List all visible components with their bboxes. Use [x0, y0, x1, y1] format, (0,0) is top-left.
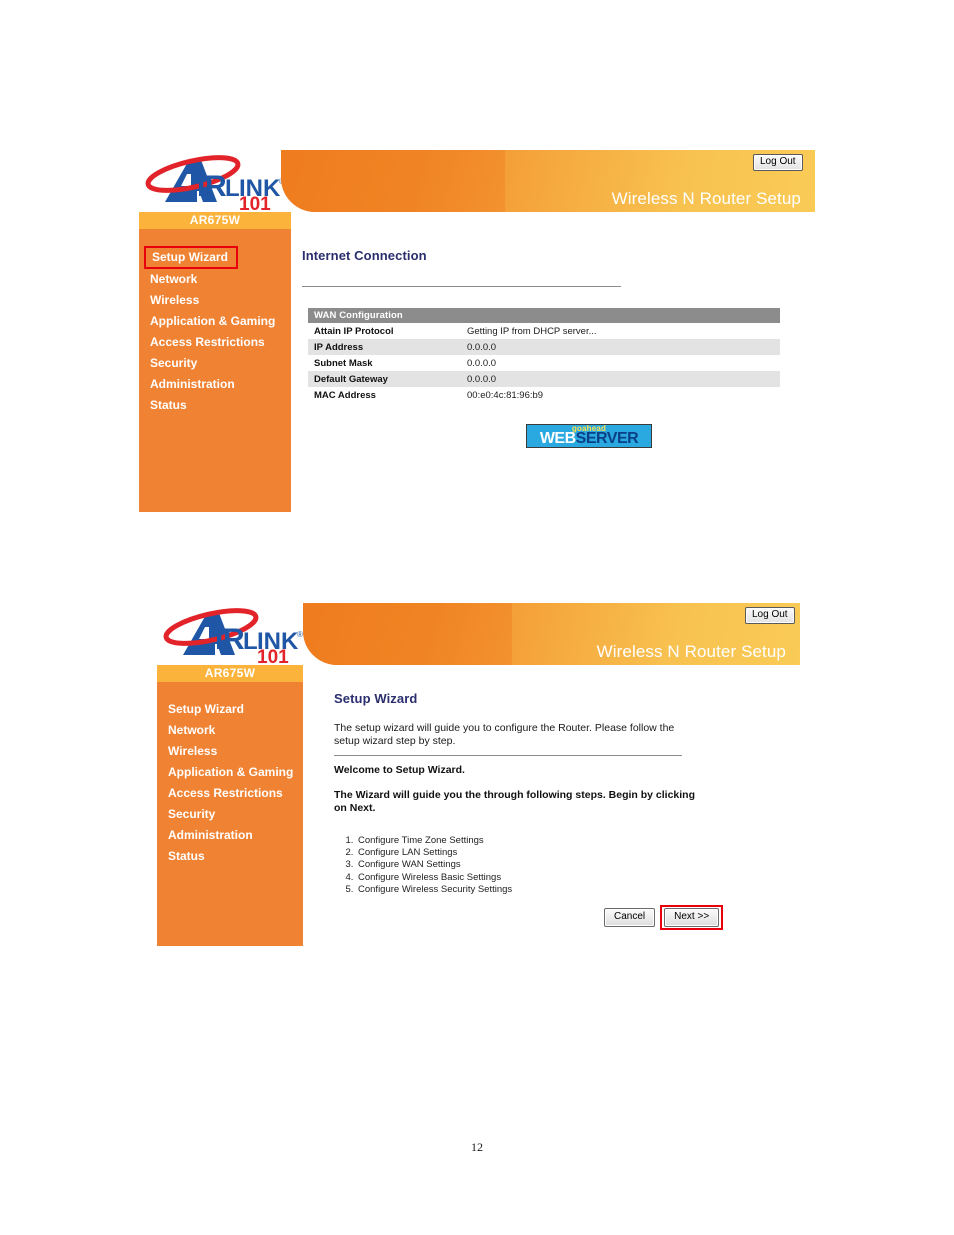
sidebar-item-label: Application & Gaming [150, 314, 276, 328]
svg-text:L: L [243, 628, 258, 655]
sidebar-item-label: Access Restrictions [168, 786, 283, 800]
sidebar-item-security[interactable]: Security [157, 804, 303, 825]
airlink101-logo: I R L INK ® 101 [157, 597, 309, 665]
svg-text:101: 101 [239, 194, 271, 212]
sidebar-item-label: Wireless [168, 744, 218, 758]
list-item: Configure Wireless Basic Settings [356, 872, 686, 884]
sidebar-item-label: Status [168, 849, 205, 863]
intro-paragraph: The setup wizard will guide you to confi… [334, 722, 675, 747]
sidebar-item-wireless[interactable]: Wireless [157, 741, 303, 762]
row-value: 00:e0:4c:81:96:b9 [461, 387, 780, 403]
row-value: 0.0.0.0 [461, 355, 780, 371]
header-title: Wireless N Router Setup [596, 642, 786, 661]
sidebar-item-network[interactable]: Network [139, 269, 291, 290]
sidebar-model-label: AR675W [157, 665, 303, 682]
sidebar-item-status[interactable]: Status [139, 395, 291, 416]
airlink101-logo: I R L INK ® 101 [139, 144, 291, 212]
list-item: Configure Wireless Security Settings [356, 884, 686, 896]
logout-button[interactable]: Log Out [753, 154, 803, 171]
goahead-webserver-logo: goahead WEBSERVER [526, 424, 652, 448]
airlink101-logo-graphic: I R L INK ® 101 [163, 608, 303, 665]
sidebar-item-status[interactable]: Status [157, 846, 303, 867]
welcome-text: Welcome to Setup Wizard. [334, 764, 465, 776]
sidebar-item-label: Access Restrictions [150, 335, 265, 349]
sidebar-item-application-gaming[interactable]: Application & Gaming [157, 762, 303, 783]
sidebar-item-setup-wizard[interactable]: Setup Wizard [144, 246, 238, 269]
row-label: Default Gateway [308, 371, 461, 387]
sidebar-item-access-restrictions[interactable]: Access Restrictions [139, 332, 291, 353]
list-item: Configure WAN Settings [356, 859, 686, 871]
svg-text:R: R [205, 170, 227, 203]
wan-configuration-table: WAN Configuration Attain IP Protocol Get… [308, 308, 780, 403]
sidebar-item-label: Application & Gaming [168, 765, 294, 779]
goahead-webserver-wordmark: WEBSERVER [527, 430, 651, 447]
table-row: Subnet Mask 0.0.0.0 [308, 355, 780, 371]
sidebar-item-label: Administration [168, 828, 253, 842]
instruction-text: The Wizard will guide you the through fo… [334, 789, 696, 814]
row-label: MAC Address [308, 387, 461, 403]
row-label: IP Address [308, 339, 461, 355]
table-row: Default Gateway 0.0.0.0 [308, 371, 780, 387]
sidebar-nav: Setup Wizard Network Wireless Applicatio… [139, 229, 291, 416]
sidebar-item-application-gaming[interactable]: Application & Gaming [139, 311, 291, 332]
goahead-server-text: SERVER [575, 430, 639, 447]
sidebar-item-label: Security [150, 356, 198, 370]
page-number: 12 [471, 1140, 483, 1154]
next-button[interactable]: Next >> [664, 908, 720, 927]
sidebar-item-setup-wizard[interactable]: Setup Wizard [157, 699, 303, 720]
sidebar-item-network[interactable]: Network [157, 720, 303, 741]
sidebar-model-label: AR675W [139, 212, 291, 229]
sidebar: AR675W Setup Wizard Network Wireless App… [157, 665, 303, 946]
heading-divider [302, 286, 621, 287]
next-button-highlight: Next >> [660, 905, 724, 930]
sidebar-item-label: Setup Wizard [152, 250, 228, 264]
main-content: Internet Connection WAN Configuration At… [291, 212, 815, 512]
table-row: MAC Address 00:e0:4c:81:96:b9 [308, 387, 780, 403]
goahead-web-text: WEB [539, 430, 576, 447]
sidebar: AR675W Setup Wizard Network Wireless App… [139, 212, 291, 512]
cancel-button[interactable]: Cancel [604, 908, 656, 927]
row-value: Getting IP from DHCP server... [461, 323, 780, 339]
main-content: Setup Wizard The setup wizard will guide… [303, 665, 800, 946]
table-row: IP Address 0.0.0.0 [308, 339, 780, 355]
content-divider [334, 755, 682, 756]
page-header-banner: Wireless N Router Setup [303, 603, 800, 665]
row-label: Attain IP Protocol [308, 323, 461, 339]
airlink101-logo-graphic: I R L INK ® 101 [145, 155, 285, 212]
sidebar-item-label: Network [168, 723, 216, 737]
header-title: Wireless N Router Setup [611, 189, 801, 208]
sidebar-item-label: Status [150, 398, 187, 412]
sidebar-item-security[interactable]: Security [139, 353, 291, 374]
row-value: 0.0.0.0 [461, 339, 780, 355]
row-label: Subnet Mask [308, 355, 461, 371]
router-ui-screenshot-1: I R L INK ® 101 Wireless N Router Setup … [139, 144, 815, 512]
sidebar-item-label: Wireless [150, 293, 200, 307]
logout-button[interactable]: Log Out [745, 607, 795, 624]
page-title: Setup Wizard [334, 691, 418, 706]
svg-text:R: R [223, 623, 245, 656]
sidebar-item-label: Security [168, 807, 216, 821]
list-item: Configure Time Zone Settings [356, 835, 686, 847]
svg-text:L: L [225, 175, 240, 202]
page-header-banner: Wireless N Router Setup [281, 150, 815, 212]
router-ui-screenshot-2: I R L INK ® 101 Wireless N Router Setup … [157, 597, 800, 946]
sidebar-item-administration[interactable]: Administration [157, 825, 303, 846]
sidebar-item-label: Setup Wizard [168, 702, 244, 716]
sidebar-item-label: Network [150, 272, 198, 286]
sidebar-item-wireless[interactable]: Wireless [139, 290, 291, 311]
table-row: Attain IP Protocol Getting IP from DHCP … [308, 323, 780, 339]
svg-text:101: 101 [257, 647, 289, 665]
sidebar-item-access-restrictions[interactable]: Access Restrictions [157, 783, 303, 804]
sidebar-item-administration[interactable]: Administration [139, 374, 291, 395]
list-item: Configure LAN Settings [356, 847, 686, 859]
sidebar-item-label: Administration [150, 377, 235, 391]
row-value: 0.0.0.0 [461, 371, 780, 387]
wizard-action-buttons: Cancel Next >> [604, 905, 724, 930]
sidebar-nav: Setup Wizard Network Wireless Applicatio… [157, 682, 303, 867]
table-header-row: WAN Configuration [308, 308, 780, 323]
table-caption: WAN Configuration [308, 308, 780, 323]
wizard-steps-list: Configure Time Zone Settings Configure L… [334, 835, 686, 896]
page-title: Internet Connection [302, 248, 427, 263]
